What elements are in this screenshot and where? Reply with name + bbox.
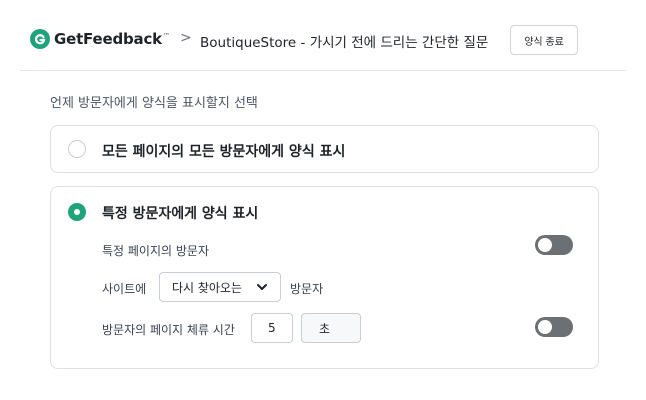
time-on-page-toggle[interactable] <box>535 317 573 337</box>
visitor-type-value: 다시 찾아오는 <box>172 280 243 295</box>
brand-name: GetFeedback <box>54 30 162 48</box>
question-heading: 언제 방문자에게 양식을 표시할지 선택 <box>50 96 258 111</box>
getfeedback-logo-icon <box>30 29 50 49</box>
getfeedback-logo[interactable]: GetFeedback ™ <box>30 29 170 49</box>
specific-pages-label: 특정 페이지의 방문자 <box>102 244 209 258</box>
option-card-all-visitors[interactable]: 모든 페이지의 모든 방문자에게 양식 표시 <box>50 125 599 173</box>
option-card-specific-visitors[interactable]: 특정 방문자에게 양식 표시 특정 페이지의 방문자 사이트에 다시 찾아오는 … <box>50 186 599 369</box>
radio-specific-visitors[interactable] <box>68 203 86 221</box>
visitor-type-select[interactable]: 다시 찾아오는 <box>159 272 281 302</box>
brand-trademark: ™ <box>162 32 170 40</box>
breadcrumb-form-title[interactable]: BoutiqueStore - 가시기 전에 드리는 간단한 질문 <box>200 31 488 51</box>
specific-pages-toggle[interactable] <box>535 235 573 255</box>
site-prefix-label: 사이트에 <box>102 282 147 296</box>
time-on-page-label: 방문자의 페이지 체류 시간 <box>102 323 235 337</box>
chevron-right-icon: > <box>180 30 192 46</box>
site-suffix-label: 방문자 <box>290 282 324 296</box>
chevron-down-icon <box>257 284 267 290</box>
time-value-input[interactable]: 5 <box>251 313 293 343</box>
option-label-specific-visitors: 특정 방문자에게 양식 표시 <box>102 206 259 222</box>
radio-all-visitors[interactable] <box>68 140 86 158</box>
time-unit-field[interactable]: 초 <box>301 313 361 343</box>
option-label-all-visitors: 모든 페이지의 모든 방문자에게 양식 표시 <box>102 144 346 160</box>
exit-form-button[interactable]: 양식 종료 <box>510 25 578 55</box>
